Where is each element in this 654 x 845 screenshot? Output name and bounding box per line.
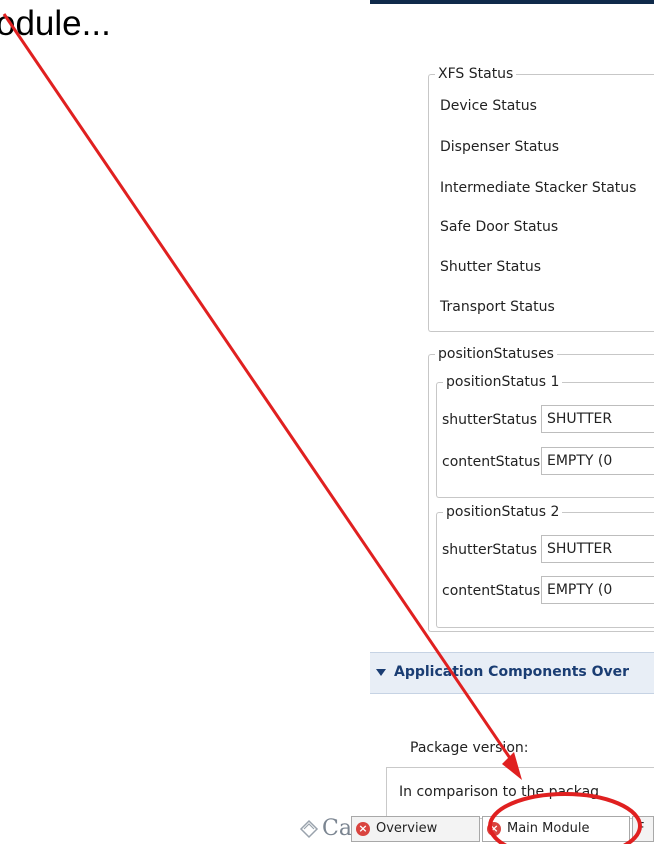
tab-main-module-label: Main Module [507,821,590,836]
tab-main-module[interactable]: × Main Module [482,816,630,842]
content-status-label-2: contentStatus [442,583,541,599]
shutter-status-field-2[interactable]: SHUTTER [541,535,654,563]
intermediate-stacker-status-label: Intermediate Stacker Status [440,180,637,196]
transport-status-label: Transport Status [440,299,555,315]
tab-partial[interactable]: F [632,816,654,842]
shutter-status-label: Shutter Status [440,259,542,275]
xfs-status-legend: XFS Status [438,66,514,82]
position-status-2-group: positionStatus 2 [436,504,654,628]
shutter-status-label-1: shutterStatus [442,412,537,428]
status-window: XFS Status Device Status Dispenser Statu… [370,0,654,844]
package-version-label: Package version: [410,740,529,756]
app-components-section-header[interactable]: Application Components Over [370,652,654,694]
error-icon: × [356,822,370,836]
tab-overview[interactable]: × Overview [351,816,480,842]
error-icon: × [487,822,501,836]
content-status-label-1: contentStatus [442,454,541,470]
position-status-2-legend: positionStatus 2 [446,504,560,520]
device-status-label: Device Status [440,98,537,114]
position-status-1-group: positionStatus 1 [436,374,654,498]
top-rule [370,0,654,4]
shutter-status-label-2: shutterStatus [442,542,537,558]
tab-partial-label: F [637,821,645,836]
app-components-title[interactable]: Application Components Over [394,664,629,680]
position-status-1-legend: positionStatus 1 [446,374,560,390]
editor-tab-bar: Ca × Overview × Main Module F [0,814,654,844]
logo-text: Ca [322,816,352,841]
slide-title: odule... [0,4,111,43]
logo-icon [298,818,320,840]
tab-overview-label: Overview [376,821,438,836]
content-status-field-1[interactable]: EMPTY (0 [541,447,654,475]
collapse-triangle-icon[interactable] [376,669,386,676]
safe-door-status-label: Safe Door Status [440,219,559,235]
package-comparison-text: In comparison to the packag [399,784,600,800]
package-comparison-box: In comparison to the packag [386,767,654,819]
dispenser-status-label: Dispenser Status [440,139,560,155]
shutter-status-field-1[interactable]: SHUTTER [541,405,654,433]
content-status-field-2[interactable]: EMPTY (0 [541,576,654,604]
position-statuses-legend: positionStatuses [438,346,554,362]
